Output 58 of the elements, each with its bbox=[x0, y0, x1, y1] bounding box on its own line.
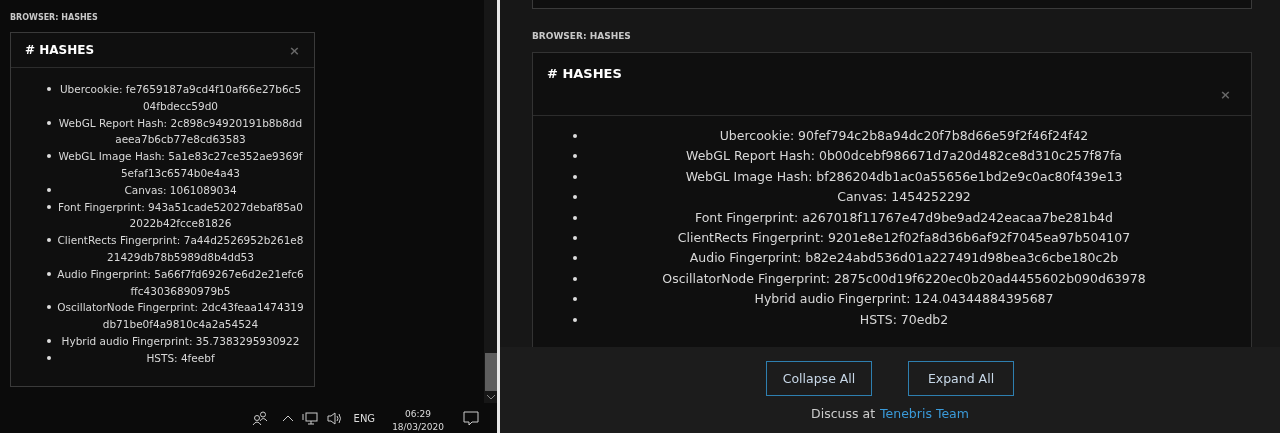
panel-toggle-button[interactable]: Collapse All bbox=[766, 361, 872, 396]
bullet-icon bbox=[47, 338, 51, 343]
bullet-icon bbox=[573, 174, 577, 179]
bullet-icon bbox=[573, 134, 577, 138]
bullet-icon bbox=[47, 154, 51, 159]
people-icon[interactable] bbox=[251, 411, 268, 425]
panel-toggle-button[interactable]: Expand All bbox=[908, 361, 1014, 396]
hash-entry: OscillatorNode Fingerprint: 2dc43feaa1474319db71be0f4a9810c4a2a54524 bbox=[57, 300, 304, 333]
team-link[interactable]: Tenebris Team bbox=[880, 406, 969, 421]
hash-entry: Audio Fingerprint: b82e24abd536d01a227491d98bea3c6cbe180c2b bbox=[688, 249, 1120, 268]
hash-entry: WebGL Image Hash: bf286204db1ac0a55656e1bd2e9c0ac80f439e13 bbox=[684, 167, 1124, 186]
bullet-icon bbox=[573, 215, 577, 220]
bullet-icon bbox=[47, 238, 51, 243]
language-indicator[interactable]: ENG bbox=[353, 412, 376, 424]
hash-entry: Hybrid audio Fingerprint: 35.7383295930922 bbox=[60, 333, 301, 349]
bullet-icon bbox=[47, 271, 51, 276]
caret-up-icon[interactable] bbox=[282, 415, 293, 421]
panel-title: # HASHES bbox=[25, 43, 95, 57]
hash-entry: HSTS: 70edb2 bbox=[858, 310, 950, 329]
hash-entry: Ubercookie: fe7659187a9cd4f10af66e27b6c504fbdecc59d0 bbox=[58, 82, 303, 114]
scrollbar-thumb[interactable] bbox=[484, 353, 497, 391]
network-icon[interactable] bbox=[301, 411, 318, 425]
hash-entry: OscillatorNode Fingerprint: 2875c00d19f6220ec0b20ad4455602b090d63978 bbox=[661, 269, 1147, 288]
section-label: BROWSER: HASHES bbox=[10, 13, 99, 22]
bullet-icon bbox=[573, 276, 577, 281]
footer-text: Discuss at bbox=[811, 406, 876, 421]
hash-entry: WebGL Report Hash: 0b00dcebf986671d7a20d482ce8d310c257f87fa bbox=[685, 147, 1123, 166]
bullet-icon bbox=[573, 236, 577, 241]
hash-entry: HSTS: 4feebf bbox=[145, 350, 216, 366]
panel-title: # HASHES bbox=[547, 66, 622, 81]
volume-icon[interactable] bbox=[326, 411, 343, 425]
clock[interactable]: 06:29 18/03/2020 bbox=[392, 402, 444, 433]
hash-entry: Font Fingerprint: 943a51cade52027debaf85a02022b42fcce81826 bbox=[57, 199, 304, 232]
hash-entry: ClientRects Fingerprint: 9201e8e12f02fa8d36b6af92f7045ea97b504107 bbox=[676, 229, 1132, 248]
bullet-icon bbox=[47, 87, 51, 91]
bullet-icon bbox=[47, 355, 51, 360]
section-label: BROWSER: HASHES bbox=[532, 31, 632, 41]
scrollbar[interactable] bbox=[484, 0, 497, 403]
hash-entry: WebGL Report Hash: 2c898c94920191b8b8ddaeea7b6cb77e8cd63583 bbox=[57, 115, 304, 148]
bullet-icon bbox=[573, 256, 577, 261]
hash-entry: Font Fingerprint: a267018f11767e47d9be9ad242eacaa7be281b4d bbox=[693, 208, 1114, 227]
bullet-icon bbox=[573, 297, 577, 302]
hash-entry: Ubercookie: 90fef794c2b8a94dc20f7b8d66e59f2f46f24f42 bbox=[718, 127, 1090, 145]
hash-entry: ClientRects Fingerprint: 7a44d2526952b261e821429db78b5989d8b4dd53 bbox=[57, 233, 304, 265]
hash-entry: Audio Fingerprint: 5a66f7fd69267e6d2e21efc6ffc43036890979b5 bbox=[57, 266, 304, 299]
bullet-icon bbox=[47, 204, 51, 209]
notification-icon[interactable] bbox=[463, 410, 479, 426]
bullet-icon bbox=[47, 120, 51, 125]
bullet-icon bbox=[573, 317, 577, 322]
hash-entry: Canvas: 1061089034 bbox=[123, 182, 238, 198]
scroll-down-icon[interactable] bbox=[486, 395, 495, 400]
hash-entry: Hybrid audio Fingerprint: 124.04344884395687 bbox=[753, 290, 1055, 309]
hash-entry: WebGL Image Hash: 5a1e83c27ce352ae9369f5efaf13c6574b0e4a43 bbox=[57, 149, 304, 181]
bullet-icon bbox=[47, 187, 51, 192]
bullet-icon bbox=[573, 154, 577, 159]
hash-entry: Canvas: 1454252292 bbox=[836, 188, 972, 207]
bullet-icon bbox=[47, 305, 51, 310]
bullet-icon bbox=[573, 195, 577, 200]
